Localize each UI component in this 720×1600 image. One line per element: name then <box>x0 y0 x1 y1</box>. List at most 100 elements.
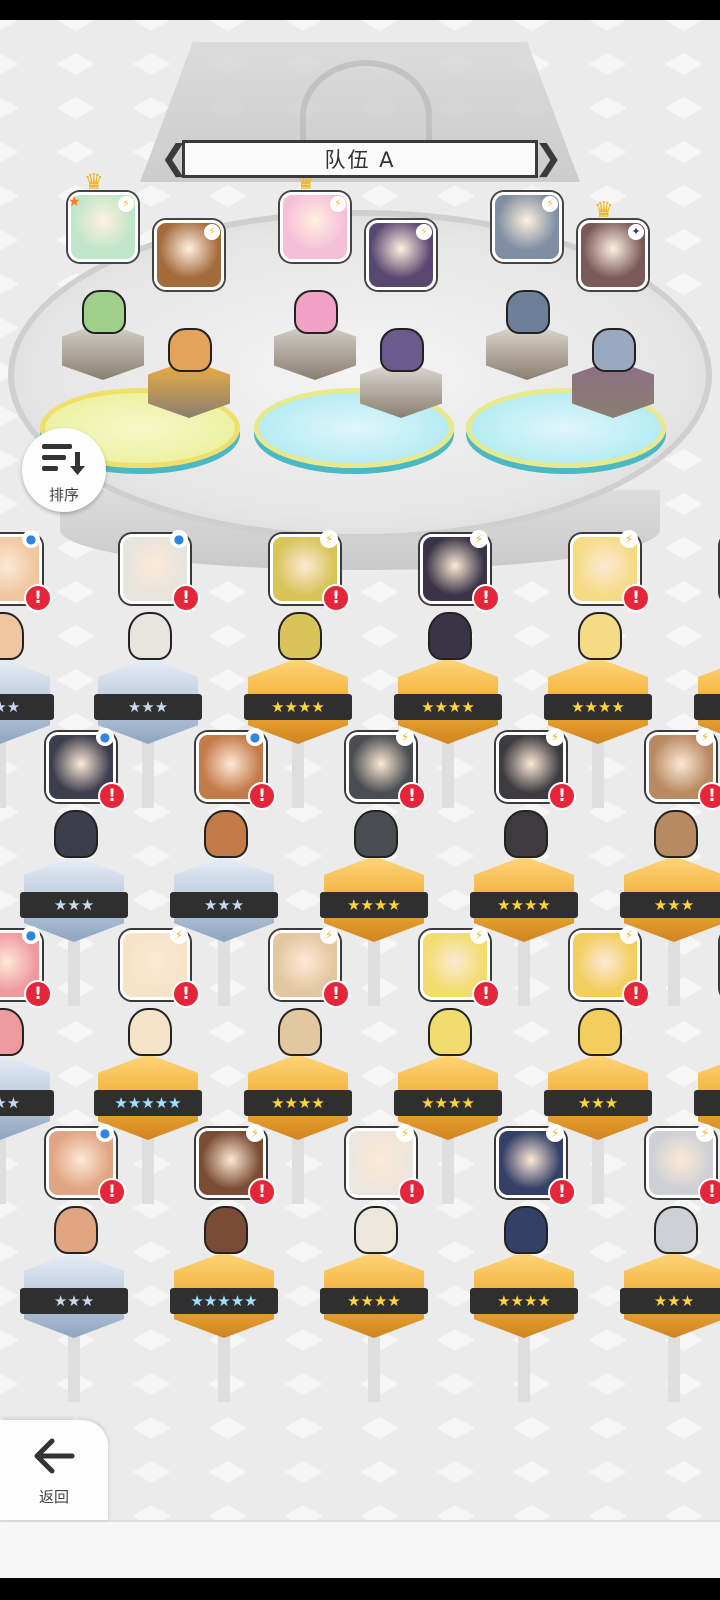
hero-sprite <box>428 1008 472 1056</box>
lightning-element-icon: ⚡ <box>396 728 414 746</box>
hero-stem <box>668 1332 680 1402</box>
hero-stem <box>218 936 230 1006</box>
hero-stem <box>292 1134 304 1204</box>
lightning-element-icon: ⚡ <box>696 728 714 746</box>
hero-sprite <box>278 612 322 660</box>
hero-rarity-stars: ★★★★ <box>544 694 652 720</box>
hero-card[interactable]: ★★★ ●! <box>16 1124 136 1402</box>
alert-icon: ! <box>398 782 426 810</box>
hero-rarity-stars: ★★★★ <box>244 1090 352 1116</box>
water-element-icon: ● <box>22 926 40 944</box>
lightning-element-icon: ⚡ <box>542 196 558 212</box>
hero-sprite <box>54 810 98 858</box>
hero-stem <box>442 738 454 808</box>
hero-stem <box>592 1134 604 1204</box>
status-bar <box>0 0 720 20</box>
alert-icon: ! <box>322 980 350 1008</box>
hero-rarity-stars: ★★★★ <box>394 694 502 720</box>
game-stage: ♛★⚡⚡♛⚡⚡⚡♛✦ ★★★●!★★★●!★★★★⚡!★★★★⚡!★★★★⚡!★… <box>0 20 720 1520</box>
hero-sprite <box>504 1206 548 1254</box>
hero-rarity-stars: ★★★ <box>0 1090 54 1116</box>
hero-card[interactable]: ★★★ ⚡! <box>616 1124 720 1402</box>
alert-icon: ! <box>698 1178 720 1206</box>
hero-sprite <box>54 1206 98 1254</box>
hero-rarity-stars: ★★★★ <box>320 892 428 918</box>
next-team-arrow-icon[interactable]: ❯ <box>534 138 563 182</box>
hero-card[interactable]: ★★★★★ ⚡! <box>166 1124 286 1402</box>
hero-rarity-stars: ★★★★ <box>470 1288 578 1314</box>
team-member-sprite <box>380 328 424 372</box>
hero-rarity-stars: ★★★ <box>694 1090 720 1116</box>
hero-card[interactable]: ★★★★ ⚡! <box>316 1124 436 1402</box>
hero-stem <box>0 738 6 808</box>
lightning-element-icon: ⚡ <box>620 530 638 548</box>
crown-icon: ♛ <box>594 198 614 223</box>
alert-icon: ! <box>472 980 500 1008</box>
lightning-element-icon: ⚡ <box>118 196 134 212</box>
lightning-element-icon: ⚡ <box>620 926 638 944</box>
hero-stem <box>368 936 380 1006</box>
hero-card[interactable]: ★★★★ ⚡! <box>466 1124 586 1402</box>
hero-stem <box>68 936 80 1006</box>
sort-icon <box>42 444 85 475</box>
sort-label: 排序 <box>48 486 79 504</box>
hero-rarity-stars: ★★★ <box>0 694 54 720</box>
alert-icon: ! <box>172 980 200 1008</box>
alert-icon: ! <box>248 1178 276 1206</box>
lightning-element-icon: ⚡ <box>696 1124 714 1142</box>
hero-stem <box>518 1332 530 1402</box>
alert-icon: ! <box>98 782 126 810</box>
hero-sprite <box>654 810 698 858</box>
back-label: 返回 <box>38 1488 69 1506</box>
water-element-icon: ● <box>96 1124 114 1142</box>
water-element-icon: ● <box>170 530 188 548</box>
alert-icon: ! <box>548 782 576 810</box>
hero-rarity-stars: ★★★ <box>20 892 128 918</box>
water-element-icon: ● <box>22 530 40 548</box>
water-element-icon: ● <box>96 728 114 746</box>
team-member-sprite <box>506 290 550 334</box>
hero-sprite <box>504 810 548 858</box>
lightning-element-icon: ⚡ <box>416 224 432 240</box>
alert-icon: ! <box>172 584 200 612</box>
team-member-sprite <box>592 328 636 372</box>
hero-sprite <box>0 612 24 660</box>
lightning-element-icon: ⚡ <box>470 530 488 548</box>
hero-sprite <box>278 1008 322 1056</box>
alert-icon: ! <box>248 782 276 810</box>
back-arrow-icon <box>34 1438 75 1474</box>
hero-rarity-stars: ★★★★ <box>394 1090 502 1116</box>
hero-sprite <box>578 612 622 660</box>
lightning-element-icon: ⚡ <box>246 1124 264 1142</box>
hero-sprite <box>0 1008 24 1056</box>
lightning-element-icon: ⚡ <box>546 1124 564 1142</box>
hero-rarity-stars: ★★★★ <box>244 694 352 720</box>
team-selector[interactable]: ❮ 队伍 A ❯ <box>160 138 563 182</box>
lightning-element-icon: ⚡ <box>330 196 346 212</box>
team-member-sprite <box>168 328 212 372</box>
lightning-element-icon: ⚡ <box>396 1124 414 1142</box>
back-button[interactable]: 返回 <box>0 1420 108 1520</box>
hero-rarity-stars: ★★★ <box>620 1288 720 1314</box>
lightning-element-icon: ⚡ <box>170 926 188 944</box>
hero-sprite <box>354 1206 398 1254</box>
sort-button[interactable]: 排序 <box>22 428 106 512</box>
hero-sprite <box>354 810 398 858</box>
hero-sprite <box>428 612 472 660</box>
hero-sprite <box>204 1206 248 1254</box>
alert-icon: ! <box>548 1178 576 1206</box>
hero-rarity-stars: ★★★★ <box>470 892 578 918</box>
water-element-icon: ● <box>246 728 264 746</box>
lightning-element-icon: ⚡ <box>320 926 338 944</box>
hero-stem <box>218 1332 230 1402</box>
alert-icon: ! <box>322 584 350 612</box>
lightning-element-icon: ⚡ <box>320 530 338 548</box>
bottom-strip <box>0 1520 720 1580</box>
hero-rarity-stars: ★★★ <box>170 892 278 918</box>
navigation-bar <box>0 1578 720 1600</box>
hero-sprite <box>204 810 248 858</box>
alert-icon: ! <box>398 1178 426 1206</box>
alert-icon: ! <box>24 584 52 612</box>
team-member-sprite <box>294 290 338 334</box>
leader-star-icon: ★ <box>68 194 81 210</box>
